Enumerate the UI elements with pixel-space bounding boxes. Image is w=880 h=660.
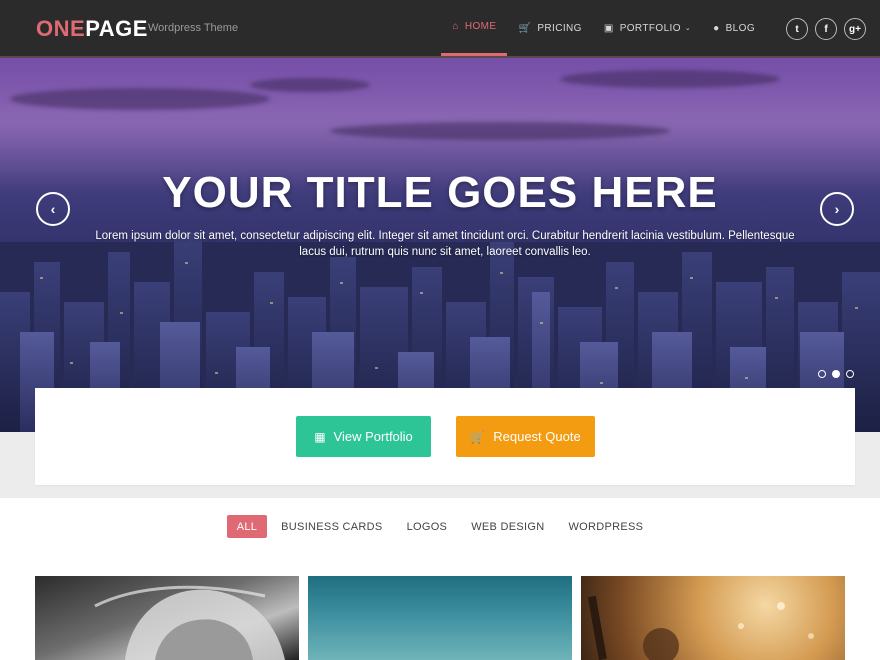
chat-icon: ●: [713, 22, 720, 34]
logo-part-one: ONE: [36, 16, 86, 41]
nav-item-portfolio[interactable]: ▣ PORTFOLIO ⌄: [593, 0, 702, 56]
slider-prev-button[interactable]: ‹: [36, 192, 70, 226]
nav-item-label: PORTFOLIO: [619, 22, 681, 34]
filter-all[interactable]: ALL: [226, 515, 268, 538]
slider-next-button[interactable]: ›: [820, 192, 854, 226]
hero-cloud: [330, 122, 670, 140]
portfolio-item-image[interactable]: [308, 576, 572, 660]
twitter-icon[interactable]: t: [786, 18, 808, 40]
nav-item-blog[interactable]: ● BLOG: [702, 0, 766, 56]
google-plus-icon[interactable]: g+: [844, 18, 866, 40]
nav-item-label: HOME: [464, 21, 497, 32]
facebook-icon[interactable]: f: [815, 18, 837, 40]
slider-dot[interactable]: [846, 370, 854, 378]
portrait-photo: [94, 585, 285, 660]
filter-wordpress[interactable]: WORDPRESS: [558, 515, 653, 538]
filter-business-cards[interactable]: BUSINESS CARDS: [271, 515, 392, 538]
hero-slider: YOUR TITLE GOES HERE Lorem ipsum dolor s…: [0, 58, 880, 432]
filter-logos[interactable]: LOGOS: [397, 515, 458, 538]
hero-title: YOUR TITLE GOES HERE: [162, 168, 718, 217]
hero-description: Lorem ipsum dolor sit amet, consectetur …: [95, 230, 795, 258]
nav-item-home[interactable]: ⌂ HOME: [441, 0, 508, 56]
nav-item-pricing[interactable]: 🛒 PRICING: [507, 0, 592, 56]
chevron-right-icon: ›: [834, 201, 840, 217]
button-label: View Portfolio: [333, 429, 413, 444]
cart-icon: 🛒: [470, 429, 486, 444]
action-photo: [587, 595, 814, 660]
cta-box: ▦ View Portfolio 🛒 Request Quote: [35, 388, 855, 485]
portfolio-item-image[interactable]: [35, 576, 299, 660]
request-quote-button[interactable]: 🛒 Request Quote: [456, 416, 595, 457]
logo-part-two: PAGE: [85, 16, 148, 41]
portfolio-filters: ALL BUSINESS CARDS LOGOS WEB DESIGN WORD…: [0, 515, 880, 538]
hero-cloud: [10, 88, 270, 110]
site-header: ONEPAGE Wordpress Theme ⌂ HOME 🛒 PRICING…: [0, 0, 880, 58]
chevron-down-icon: ⌄: [684, 25, 692, 32]
cart-icon: 🛒: [518, 22, 532, 34]
hero-cloud: [560, 70, 780, 88]
grid-icon: ▦: [314, 429, 326, 444]
view-portfolio-button[interactable]: ▦ View Portfolio: [296, 416, 431, 457]
slider-pagination: [818, 370, 860, 378]
site-logo[interactable]: ONEPAGE: [36, 16, 148, 42]
nav-item-label: PRICING: [537, 22, 582, 34]
hero-cloud: [250, 78, 370, 92]
portfolio-item-image[interactable]: [581, 576, 845, 660]
site-tagline: Wordpress Theme: [148, 22, 239, 34]
slider-dot-active[interactable]: [832, 370, 840, 378]
chevron-left-icon: ‹: [50, 201, 56, 217]
social-links: t f g+: [779, 18, 866, 40]
home-icon: ⌂: [452, 21, 459, 32]
button-label: Request Quote: [493, 429, 581, 444]
main-nav: ⌂ HOME 🛒 PRICING ▣ PORTFOLIO ⌄ ● BLOG: [441, 0, 766, 56]
image-icon: ▣: [603, 22, 614, 34]
nav-item-label: BLOG: [725, 22, 755, 34]
slider-dot[interactable]: [818, 370, 826, 378]
filter-web-design[interactable]: WEB DESIGN: [461, 515, 554, 538]
